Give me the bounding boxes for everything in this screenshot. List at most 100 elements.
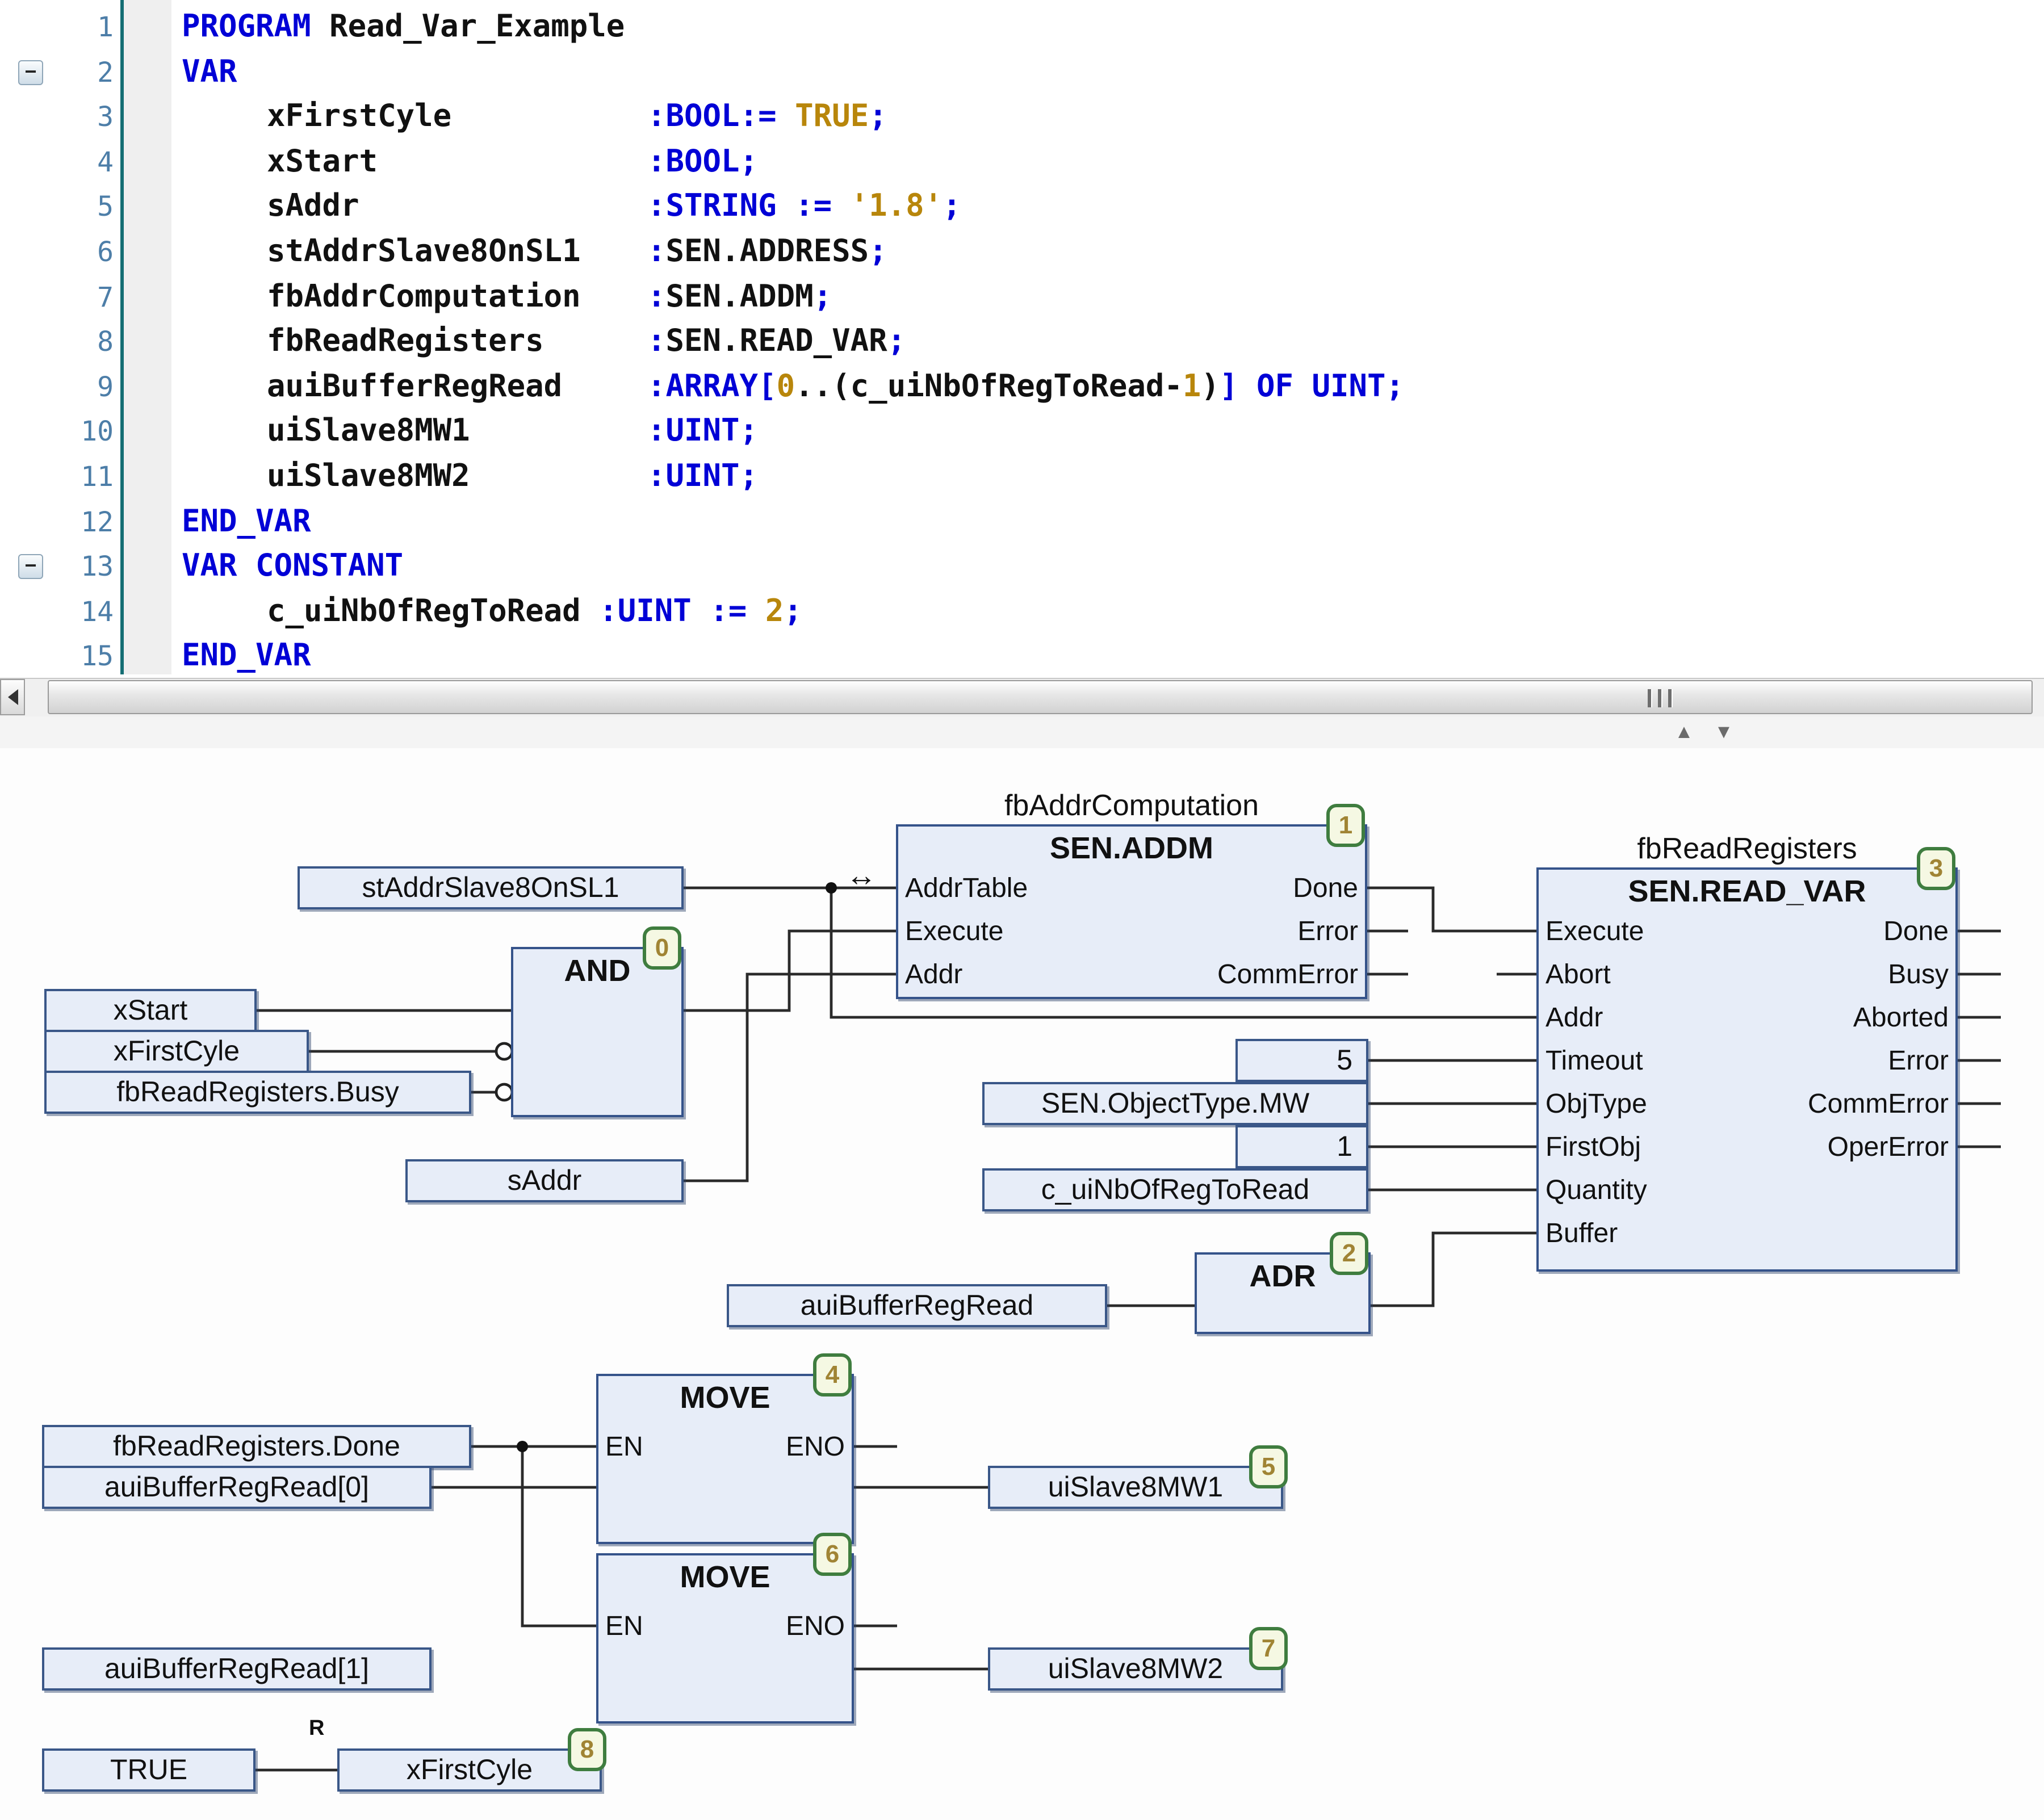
execution-order-badge: 5	[1249, 1445, 1288, 1488]
var-box-sAddr[interactable]: sAddr	[405, 1159, 684, 1202]
var-box-stAddrSlave8OnSL1[interactable]: stAddrSlave8OnSL1	[298, 866, 684, 909]
output-pin-opererror: OperError	[1828, 1132, 1949, 1164]
instance-label-fbReadRegisters: fbReadRegisters	[1536, 831, 1958, 866]
code-line[interactable]: xStart:BOOL;	[182, 140, 758, 185]
line-number: 2	[0, 49, 114, 95]
var-box-TRUE[interactable]: TRUE	[42, 1748, 256, 1792]
output-pin-error: Error	[1888, 1046, 1949, 1077]
var-box-xFirstCyle-out[interactable]: xFirstCyle	[337, 1748, 602, 1792]
reset-marker: R	[309, 1717, 324, 1742]
input-pin-execute: Execute	[905, 916, 1003, 948]
fb-block-move1[interactable]: MOVEENENO	[596, 1374, 854, 1544]
var-box-quantity-value[interactable]: c_uiNbOfRegToRead	[982, 1168, 1368, 1211]
line-number: 5	[0, 184, 114, 230]
var-box-uiSlave8MW1[interactable]: uiSlave8MW1	[988, 1466, 1283, 1509]
instance-label-fbAddrComputation: fbAddrComputation	[896, 788, 1367, 823]
line-number: 13	[0, 544, 114, 589]
line-number: 14	[0, 589, 114, 635]
input-pin-timeout: Timeout	[1545, 1046, 1643, 1077]
input-pin-firstobj: FirstObj	[1545, 1132, 1641, 1164]
gutter-divider	[120, 0, 124, 674]
execution-order-badge: 2	[1330, 1232, 1368, 1275]
var-box-auiBufferRegRead[interactable]: auiBufferRegRead	[727, 1284, 1107, 1327]
var-box-uiSlave8MW2[interactable]: uiSlave8MW2	[988, 1647, 1283, 1691]
output-pin-done: Done	[1293, 873, 1358, 905]
input-pin-objtype: ObjType	[1545, 1089, 1647, 1121]
code-line[interactable]: fbAddrComputation:SEN.ADDM;	[182, 274, 832, 320]
line-number: 7	[0, 274, 114, 320]
output-pin-aborted: Aborted	[1853, 1003, 1949, 1034]
line-number: 10	[0, 409, 114, 455]
output-pin-eno: ENO	[786, 1611, 845, 1643]
fb-block-readvar[interactable]: SEN.READ_VAR Execute Abort Addr Timeout ObjTy…	[1536, 867, 1958, 1272]
splitter-band: ▲ ▼	[0, 716, 2044, 748]
left-arrow-icon	[7, 689, 18, 705]
code-line[interactable]: uiSlave8MW2:UINT;	[182, 454, 758, 500]
output-pin-done: Done	[1883, 916, 1949, 948]
output-pin-commerror: CommError	[1217, 959, 1358, 991]
fb-block-and[interactable]: AND	[511, 947, 684, 1117]
code-line[interactable]: auiBufferRegRead:ARRAY[0..(c_uiNbOfRegTo…	[182, 364, 1404, 410]
code-line[interactable]: c_uiNbOfRegToRead :UINT := 2;	[182, 589, 802, 635]
code-line[interactable]: uiSlave8MW1:UINT;	[182, 409, 758, 455]
line-number: 9	[0, 364, 114, 410]
horizontal-scrollbar[interactable]	[0, 678, 2044, 719]
line-number: 15	[0, 634, 114, 680]
input-pin-buffer: Buffer	[1545, 1218, 1618, 1250]
line-number: 3	[0, 94, 114, 140]
output-pin-error: Error	[1297, 916, 1358, 948]
var-box-firstobj-value[interactable]: 1	[1235, 1125, 1368, 1168]
output-pin-eno: ENO	[786, 1432, 845, 1463]
block-title: SEN.READ_VAR	[1539, 874, 1955, 909]
output-pin-commerror: CommError	[1808, 1089, 1949, 1121]
scrollbar-left-arrow-button[interactable]	[0, 679, 25, 715]
var-box-objtype-value[interactable]: SEN.ObjectType.MW	[982, 1082, 1368, 1125]
code-line[interactable]: VAR	[182, 49, 237, 95]
code-line[interactable]: END_VAR	[182, 499, 311, 544]
input-pin-en: EN	[605, 1611, 643, 1643]
var-box-fbReadRegisters.Done[interactable]: fbReadRegisters.Done	[42, 1425, 471, 1468]
line-number: 6	[0, 229, 114, 275]
block-title: SEN.ADDM	[898, 831, 1365, 866]
execution-order-badge: 4	[813, 1353, 852, 1397]
input-pin-abort: Abort	[1545, 959, 1611, 991]
fold-collapse-button[interactable]: −	[18, 554, 43, 579]
execution-order-badge: 7	[1249, 1627, 1288, 1670]
code-line[interactable]: xFirstCyle:BOOL:= TRUE;	[182, 94, 887, 140]
fb-block-addm[interactable]: SEN.ADDMAddrTableExecuteAddrDoneErrorCom…	[896, 824, 1367, 999]
scrollbar-grip-icon	[1648, 689, 1673, 707]
execution-order-badge: 6	[813, 1533, 852, 1576]
code-line[interactable]: stAddrSlave8OnSL1:SEN.ADDRESS;	[182, 229, 887, 275]
fb-block-move2[interactable]: MOVEENENO	[596, 1553, 854, 1723]
code-line[interactable]: sAddr:STRING := '1.8';	[182, 184, 961, 230]
fold-collapse-button[interactable]: −	[18, 60, 43, 85]
line-number: 12	[0, 499, 114, 544]
input-pin-quantity: Quantity	[1545, 1175, 1647, 1207]
input-pin-execute: Execute	[1545, 916, 1644, 948]
var-box-xStart[interactable]: xStart	[44, 989, 257, 1032]
line-number: 11	[0, 454, 114, 500]
input-pin-addr: Addr	[1545, 1003, 1603, 1034]
splitter-expand-up-button[interactable]: ▲	[1666, 720, 1702, 745]
inout-arrow-icon: ↔	[846, 858, 877, 894]
execution-order-badge: 8	[568, 1728, 606, 1771]
splitter-expand-down-button[interactable]: ▼	[1706, 720, 1742, 745]
var-box-auiBufferRegRead0[interactable]: auiBufferRegRead[0]	[42, 1466, 432, 1509]
scrollbar-thumb[interactable]	[48, 680, 2033, 714]
input-pin-addrtable: AddrTable	[905, 873, 1028, 905]
execution-order-badge: 3	[1917, 847, 1955, 890]
line-number: 4	[0, 140, 114, 185]
var-box-fbReadRegisters.Busy[interactable]: fbReadRegisters.Busy	[44, 1071, 471, 1114]
output-pin-busy: Busy	[1888, 959, 1949, 991]
execution-order-badge: 0	[643, 926, 681, 970]
st-declaration-editor[interactable]: 1PROGRAM Read_Var_Example2−VAR3xFirstCyl…	[0, 0, 2044, 674]
plc-ide-view: 1PROGRAM Read_Var_Example2−VAR3xFirstCyl…	[0, 0, 2044, 1820]
execution-order-badge: 1	[1326, 804, 1365, 847]
var-box-timeout-value[interactable]: 5	[1235, 1039, 1368, 1082]
code-line[interactable]: VAR CONSTANT	[182, 544, 403, 589]
var-box-xFirstCyle[interactable]: xFirstCyle	[44, 1030, 309, 1073]
var-box-auiBufferRegRead1[interactable]: auiBufferRegRead[1]	[42, 1647, 432, 1691]
code-line[interactable]: PROGRAM Read_Var_Example	[182, 5, 625, 50]
code-line[interactable]: END_VAR	[182, 634, 311, 680]
code-line[interactable]: fbReadRegisters:SEN.READ_VAR;	[182, 319, 906, 364]
